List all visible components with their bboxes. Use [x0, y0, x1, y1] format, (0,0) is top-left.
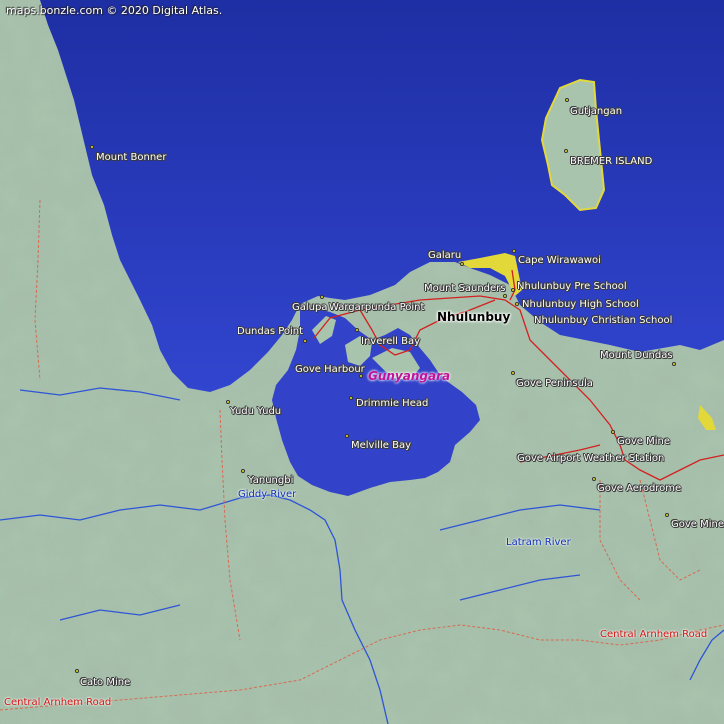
central-arnhem-road-2-label[interactable]: Central Arnhem Road — [4, 697, 111, 709]
wargarpunda-point-label[interactable]: Wargarpunda Point — [329, 302, 424, 314]
yanungbi-marker[interactable] — [241, 469, 245, 473]
gove-airport-weather-station-label[interactable]: Gove Airport Weather Station — [517, 453, 664, 465]
copyright: maps.bonzle.com © 2020 Digital Atlas. — [6, 4, 223, 17]
drimmie-head-marker[interactable] — [349, 396, 353, 400]
melville-bay-marker[interactable] — [345, 434, 349, 438]
mount-dundas-marker[interactable] — [672, 362, 676, 366]
galupa-marker[interactable] — [320, 295, 324, 299]
gove-peninsula-marker[interactable] — [511, 371, 515, 375]
yudu-yudu-label[interactable]: Yudu Yudu — [230, 406, 281, 418]
dundas-point-marker[interactable] — [303, 339, 307, 343]
galaru-marker[interactable] — [460, 262, 464, 266]
mount-bonner-label[interactable]: Mount Bonner — [96, 152, 166, 164]
drimmie-head-label[interactable]: Drimmie Head — [356, 398, 428, 410]
gove-aerodrome-label[interactable]: Gove Aerodrome — [597, 483, 681, 495]
bremer-island-marker[interactable] — [564, 149, 568, 153]
nhulunbuy-pre-school-marker[interactable] — [511, 288, 515, 292]
galaru-label[interactable]: Galaru — [428, 250, 461, 262]
nhulunbuy-christian-school-label[interactable]: Nhulunbuy Christian School — [534, 315, 672, 327]
gutjangan-marker[interactable] — [565, 98, 569, 102]
inverell-bay-label[interactable]: Inverell Bay — [361, 336, 420, 348]
mount-bonner-marker[interactable] — [90, 145, 94, 149]
yanungbi-label[interactable]: Yanungbi — [248, 475, 293, 487]
cape-wirawawoi-label[interactable]: Cape Wirawawoi — [518, 255, 601, 267]
dundas-point-label[interactable]: Dundas Point — [237, 326, 303, 338]
gove-mine-2-marker[interactable] — [665, 513, 669, 517]
gove-mine-1-label[interactable]: Gove Mine — [617, 436, 670, 448]
gutjangan-label[interactable]: Gutjangan — [570, 106, 622, 118]
central-arnhem-road-1-label[interactable]: Central Arnhem Road — [600, 629, 707, 641]
gove-peninsula-label[interactable]: Gove Peninsula — [516, 378, 593, 390]
nhulunbuy-high-school-label[interactable]: Nhulunbuy High School — [522, 299, 639, 311]
nhulunbuy-label[interactable]: Nhulunbuy — [437, 311, 510, 323]
gove-mine-1-marker[interactable] — [611, 430, 615, 434]
yudu-yudu-marker[interactable] — [226, 400, 230, 404]
cato-mine-label[interactable]: Cato Mine — [80, 677, 130, 689]
gove-aerodrome-marker[interactable] — [592, 477, 596, 481]
cape-wirawawoi-marker[interactable] — [512, 249, 516, 253]
giddy-river-label[interactable]: Giddy River — [238, 489, 296, 501]
latram-river-label[interactable]: Latram River — [506, 537, 571, 549]
bremer-island-label[interactable]: BREMER ISLAND — [570, 156, 652, 168]
map-view[interactable]: maps.bonzle.com © 2020 Digital Atlas. Gu… — [0, 0, 724, 724]
inverell-bay-marker[interactable] — [355, 328, 359, 332]
cato-mine-marker[interactable] — [75, 669, 79, 673]
gunyangara-label[interactable]: Gunyangara — [368, 370, 450, 382]
mount-saunders-label[interactable]: Mount Saunders — [424, 283, 506, 295]
gove-mine-2-label[interactable]: Gove Mine — [671, 519, 724, 531]
nhulunbuy-pre-school-label[interactable]: Nhulunbuy Pre School — [517, 281, 627, 293]
melville-bay-label[interactable]: Melville Bay — [351, 440, 411, 452]
galupa-label[interactable]: Galupa — [292, 302, 327, 314]
mount-dundas-label[interactable]: Mount Dundas — [600, 350, 673, 362]
nhulunbuy-high-school-marker[interactable] — [515, 302, 519, 306]
gove-harbour-label[interactable]: Gove Harbour — [295, 364, 365, 376]
